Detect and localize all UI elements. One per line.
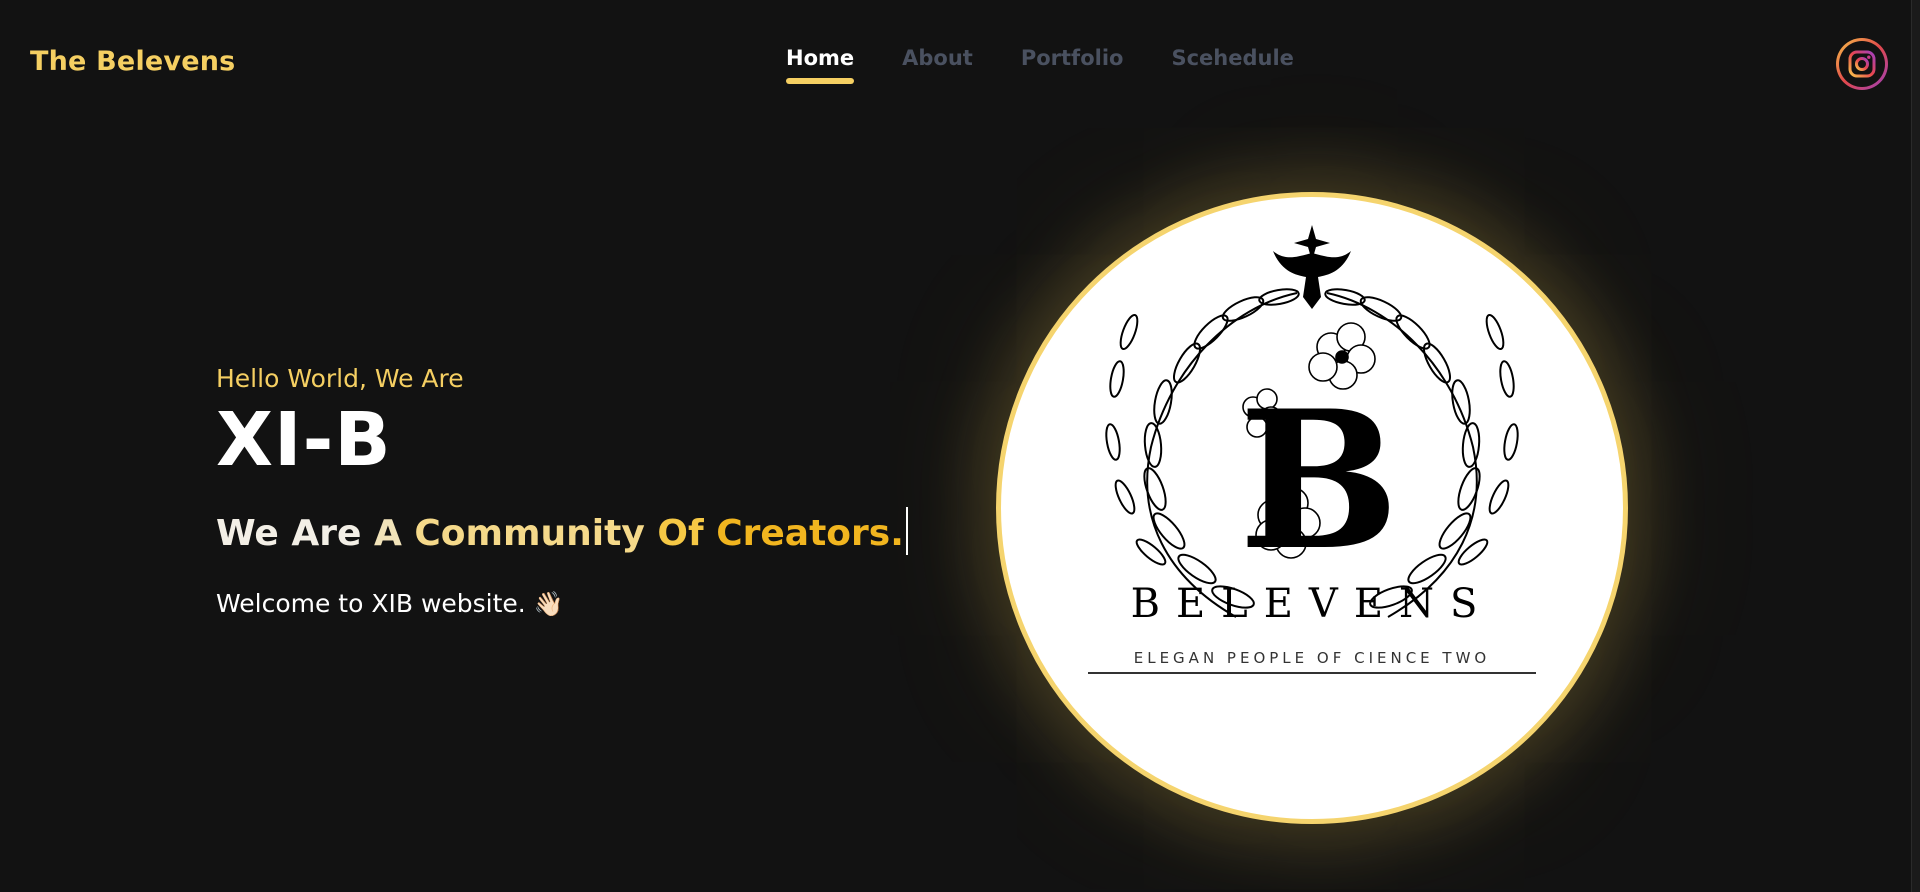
tagline-word: A (373, 513, 402, 554)
page-scrollbar[interactable] (1911, 0, 1920, 892)
nav-home[interactable]: Home (786, 46, 855, 84)
hero-text: Hello World, We Are XI-B We Are A Commun… (216, 364, 908, 618)
instagram-icon (1848, 50, 1876, 78)
page: The Belevens Home About Portfolio Scehed… (0, 0, 1920, 892)
waving-hand-icon: 👋🏻 (533, 590, 564, 618)
logo-letter: B (1239, 369, 1400, 592)
typing-cursor (905, 507, 908, 555)
tagline-word: Creators. (716, 513, 904, 554)
hero-title: XI-B (216, 397, 392, 483)
eagle-icon (1273, 251, 1351, 309)
nav-about[interactable]: About (902, 46, 973, 78)
tagline-word: Of (657, 513, 704, 554)
nav-schedule[interactable]: Scehedule (1171, 46, 1293, 78)
belevens-logo: B BELEVENS ELEGAN PEOPLE OF CIENCE TWO (996, 192, 1628, 824)
tagline-word: We Are (216, 513, 362, 554)
welcome-text: Welcome to XIB website. (216, 589, 526, 618)
brand-logo-text[interactable]: The Belevens (30, 46, 235, 77)
logo-subtitle: ELEGAN PEOPLE OF CIENCE TWO (1134, 649, 1490, 667)
logo-emblem: B BELEVENS ELEGAN PEOPLE OF CIENCE TWO (1088, 225, 1536, 674)
logo-name: BELEVENS (1131, 581, 1494, 627)
hero-tagline: We Are A Community Of Creators. (216, 507, 908, 555)
hero-greeting: Hello World, We Are (216, 364, 464, 393)
nav-portfolio[interactable]: Portfolio (1021, 46, 1124, 78)
instagram-button[interactable] (1836, 38, 1888, 90)
tagline-word: Community (414, 513, 645, 554)
hero-welcome: Welcome to XIB website. 👋🏻 (216, 589, 908, 618)
main-nav: Home About Portfolio Scehedule (786, 46, 1294, 84)
